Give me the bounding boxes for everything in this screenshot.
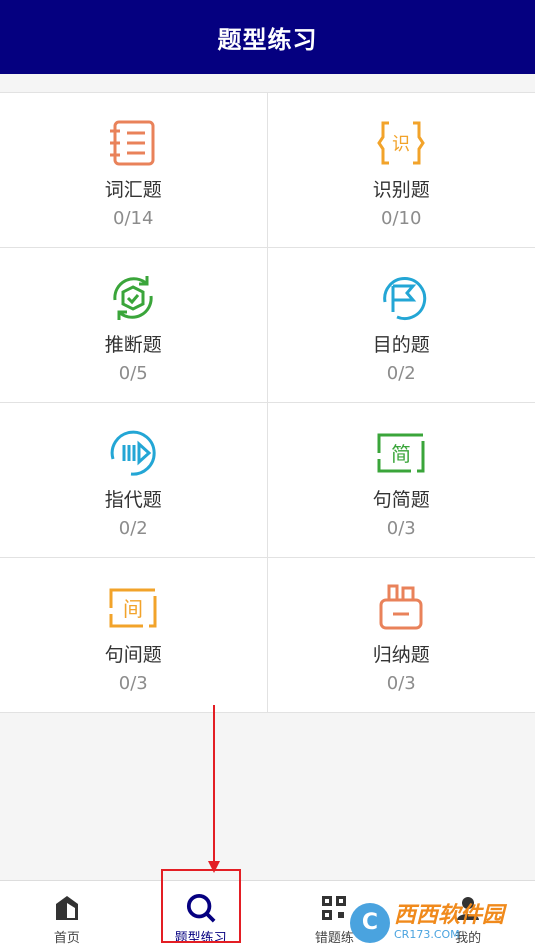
category-item-summary[interactable]: 归纳题 0/3 bbox=[268, 558, 535, 712]
svg-text:简: 简 bbox=[391, 442, 411, 466]
tab-label: 首页 bbox=[53, 931, 80, 946]
flag-icon bbox=[375, 272, 427, 324]
bottom-tab-bar: 首页 题型练习 错题练 我的 bbox=[0, 880, 535, 951]
category-label: 句间题 bbox=[104, 644, 162, 666]
category-label: 推断题 bbox=[104, 334, 162, 356]
category-count: 0/3 bbox=[118, 673, 148, 694]
sentence-icon: 间 bbox=[107, 582, 159, 634]
tab-label: 题型练习 bbox=[174, 931, 227, 946]
category-item-between-sentences[interactable]: 间 句间题 0/3 bbox=[0, 558, 268, 712]
page-title: 题型练习 bbox=[217, 25, 318, 54]
svg-text:间: 间 bbox=[123, 597, 143, 621]
category-count: 0/14 bbox=[113, 208, 154, 229]
category-count: 0/2 bbox=[118, 518, 148, 539]
category-grid: 词汇题 0/14 识 识别题 0/10 推断题 0/5 目的题 0/2 指代题 … bbox=[0, 92, 535, 713]
tab-home[interactable]: 首页 bbox=[0, 881, 134, 951]
grid-row: 推断题 0/5 目的题 0/2 bbox=[0, 248, 535, 403]
category-count: 0/3 bbox=[386, 518, 416, 539]
category-label: 词汇题 bbox=[104, 179, 162, 201]
notebook-icon bbox=[107, 117, 159, 169]
tab-question-types[interactable]: 题型练习 bbox=[134, 881, 268, 951]
category-label: 指代题 bbox=[104, 489, 162, 511]
grid-row: 指代题 0/2 简 句简题 0/3 bbox=[0, 403, 535, 558]
category-item-purpose[interactable]: 目的题 0/2 bbox=[268, 248, 535, 402]
svg-text:识: 识 bbox=[392, 134, 410, 155]
category-label: 识别题 bbox=[372, 179, 430, 201]
play-bars-icon bbox=[107, 427, 159, 479]
category-item-simplify[interactable]: 简 句简题 0/3 bbox=[268, 403, 535, 557]
user-icon bbox=[453, 893, 483, 923]
category-count: 0/5 bbox=[118, 363, 148, 384]
category-label: 归纳题 bbox=[372, 644, 430, 666]
app-header: 题型练习 bbox=[0, 0, 535, 74]
category-item-recognition[interactable]: 识 识别题 0/10 bbox=[268, 93, 535, 247]
recognize-icon: 识 bbox=[375, 117, 427, 169]
screen: 题型练习 词汇题 0/14 识 识别题 0/10 推断题 0/5 目的题 0/2… bbox=[0, 0, 535, 951]
home-icon bbox=[52, 893, 82, 923]
category-label: 目的题 bbox=[372, 334, 430, 356]
search-icon bbox=[186, 893, 216, 923]
tab-mine[interactable]: 我的 bbox=[401, 881, 535, 951]
category-item-reference[interactable]: 指代题 0/2 bbox=[0, 403, 268, 557]
summary-box-icon bbox=[375, 582, 427, 634]
grid-row: 词汇题 0/14 识 识别题 0/10 bbox=[0, 93, 535, 248]
tab-label: 错题练 bbox=[314, 931, 354, 946]
category-item-vocabulary[interactable]: 词汇题 0/14 bbox=[0, 93, 268, 247]
simplify-icon: 简 bbox=[375, 427, 427, 479]
category-count: 0/3 bbox=[386, 673, 416, 694]
annotation-arrow bbox=[208, 705, 220, 873]
category-count: 0/10 bbox=[381, 208, 422, 229]
category-item-inference[interactable]: 推断题 0/5 bbox=[0, 248, 268, 402]
category-label: 句简题 bbox=[372, 489, 430, 511]
category-count: 0/2 bbox=[386, 363, 416, 384]
tab-label: 我的 bbox=[455, 931, 482, 946]
tab-wrong-questions[interactable]: 错题练 bbox=[268, 881, 402, 951]
qr-grid-icon bbox=[319, 893, 349, 923]
cube-cycle-icon bbox=[107, 272, 159, 324]
grid-row: 间 句间题 0/3 归纳题 0/3 bbox=[0, 558, 535, 713]
